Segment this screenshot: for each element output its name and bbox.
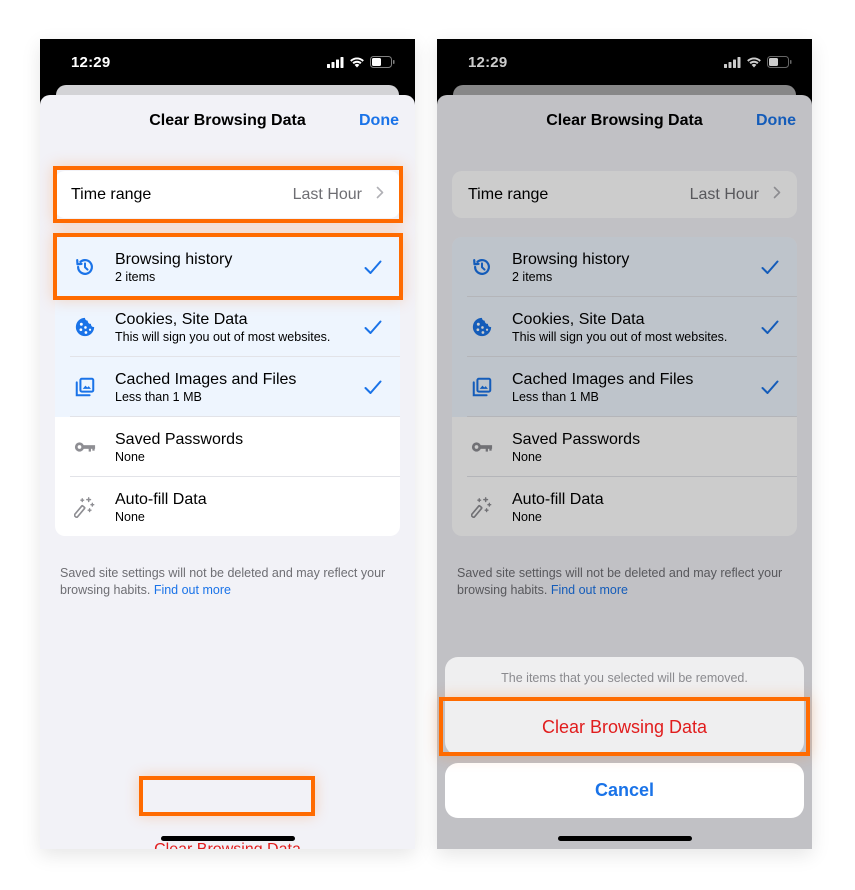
image-stack-icon bbox=[452, 376, 512, 398]
phone-screen-clear-browsing-data: 12:29 Clear Browsing Data Done Time rang… bbox=[40, 39, 415, 849]
confirm-action-sheet: The items that you selected will be remo… bbox=[445, 657, 804, 818]
action-sheet-clear-button[interactable]: Clear Browsing Data bbox=[445, 700, 804, 755]
battery-icon bbox=[370, 56, 395, 68]
autofill-data-row[interactable]: Auto-fill Data None bbox=[55, 477, 400, 536]
row-subtitle: 2 items bbox=[512, 269, 553, 284]
row-title: Saved Passwords bbox=[512, 430, 641, 448]
row-subtitle: None bbox=[115, 509, 145, 524]
row-title: Cookies, Site Data bbox=[115, 310, 248, 328]
history-icon bbox=[55, 256, 115, 278]
magic-wand-icon bbox=[452, 496, 512, 518]
row-subtitle: Less than 1 MB bbox=[512, 389, 599, 404]
battery-icon bbox=[767, 56, 792, 68]
row-title: Cached Images and Files bbox=[512, 370, 694, 388]
time-range-label: Time range bbox=[468, 185, 549, 203]
time-range-label: Time range bbox=[71, 185, 152, 203]
checkmark-icon bbox=[346, 320, 400, 335]
find-out-more-link[interactable]: Find out more bbox=[154, 583, 231, 597]
browsing-history-row[interactable]: Browsing history 2 items bbox=[55, 237, 400, 297]
cellular-signal-icon bbox=[724, 56, 741, 68]
time-range-value: Last Hour bbox=[689, 185, 759, 203]
checkmark-icon bbox=[743, 380, 797, 395]
checkmark-icon bbox=[743, 320, 797, 335]
checkmark-icon bbox=[346, 260, 400, 275]
row-title: Auto-fill Data bbox=[115, 490, 207, 508]
row-title: Cookies, Site Data bbox=[512, 310, 645, 328]
wifi-icon bbox=[746, 56, 762, 68]
status-bar: 12:29 bbox=[40, 39, 415, 89]
key-icon bbox=[452, 440, 512, 454]
row-title: Saved Passwords bbox=[115, 430, 244, 448]
row-subtitle: This will sign you out of most websites. bbox=[512, 329, 728, 344]
data-types-list: Browsing history 2 items Cookies, Site D… bbox=[452, 237, 797, 536]
status-bar: 12:29 bbox=[437, 39, 812, 89]
row-title: Cached Images and Files bbox=[115, 370, 297, 388]
cached-images-row[interactable]: Cached Images and Files Less than 1 MB bbox=[452, 357, 797, 417]
status-time: 12:29 bbox=[468, 54, 508, 71]
home-indicator bbox=[557, 836, 692, 841]
clear-browsing-data-sheet: Clear Browsing Data Done Time range Last… bbox=[40, 95, 415, 849]
find-out-more-link[interactable]: Find out more bbox=[551, 583, 628, 597]
wifi-icon bbox=[349, 56, 365, 68]
browsing-history-row[interactable]: Browsing history 2 items bbox=[452, 237, 797, 297]
data-types-list: Browsing history 2 items Cookies, Site D… bbox=[55, 237, 400, 536]
action-group: The items that you selected will be remo… bbox=[445, 657, 804, 755]
action-sheet-cancel-button[interactable]: Cancel bbox=[445, 763, 804, 818]
cookies-site-data-row[interactable]: Cookies, Site Data This will sign you ou… bbox=[55, 297, 400, 357]
magic-wand-icon bbox=[55, 496, 115, 518]
home-indicator bbox=[160, 836, 295, 841]
cookies-site-data-row[interactable]: Cookies, Site Data This will sign you ou… bbox=[452, 297, 797, 357]
row-subtitle: None bbox=[512, 509, 542, 524]
chevron-right-icon bbox=[773, 186, 781, 204]
checkmark-icon bbox=[346, 380, 400, 395]
phone-screen-confirm-clear: 12:29 Clear Browsing Data Done Time rang… bbox=[437, 39, 812, 849]
row-subtitle: 2 items bbox=[115, 269, 156, 284]
status-time: 12:29 bbox=[71, 54, 111, 71]
image-stack-icon bbox=[55, 376, 115, 398]
saved-passwords-row[interactable]: Saved Passwords None bbox=[452, 417, 797, 477]
row-title: Browsing history bbox=[512, 250, 630, 268]
row-subtitle: None bbox=[512, 449, 542, 464]
footnote: Saved site settings will not be deleted … bbox=[60, 565, 395, 599]
time-range-value: Last Hour bbox=[292, 185, 362, 203]
cookie-icon bbox=[452, 316, 512, 338]
history-icon bbox=[452, 256, 512, 278]
time-range-row[interactable]: Time range Last Hour bbox=[452, 171, 797, 218]
checkmark-icon bbox=[743, 260, 797, 275]
time-range-card: Time range Last Hour bbox=[452, 171, 797, 218]
footnote: Saved site settings will not be deleted … bbox=[457, 565, 792, 599]
row-subtitle: None bbox=[115, 449, 145, 464]
row-subtitle: This will sign you out of most websites. bbox=[115, 329, 331, 344]
cookie-icon bbox=[55, 316, 115, 338]
cellular-signal-icon bbox=[327, 56, 344, 68]
time-range-row[interactable]: Time range Last Hour bbox=[55, 171, 400, 218]
key-icon bbox=[55, 440, 115, 454]
row-title: Browsing history bbox=[115, 250, 233, 268]
action-sheet-message: The items that you selected will be remo… bbox=[501, 671, 748, 685]
autofill-data-row[interactable]: Auto-fill Data None bbox=[452, 477, 797, 536]
row-subtitle: Less than 1 MB bbox=[115, 389, 202, 404]
done-button[interactable]: Done bbox=[359, 112, 399, 130]
time-range-card: Time range Last Hour bbox=[55, 171, 400, 218]
cached-images-row[interactable]: Cached Images and Files Less than 1 MB bbox=[55, 357, 400, 417]
row-title: Auto-fill Data bbox=[512, 490, 604, 508]
done-button[interactable]: Done bbox=[756, 112, 796, 130]
chevron-right-icon bbox=[376, 186, 384, 204]
saved-passwords-row[interactable]: Saved Passwords None bbox=[55, 417, 400, 477]
